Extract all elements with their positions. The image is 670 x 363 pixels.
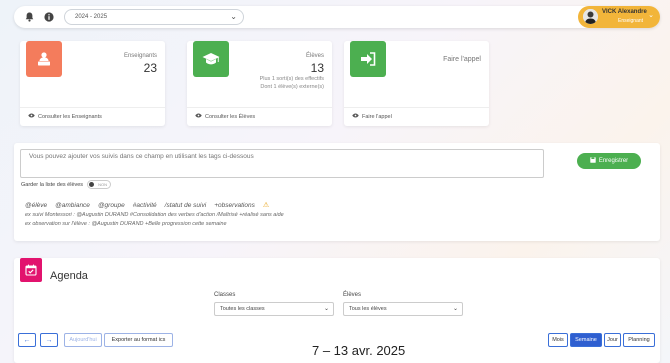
save-icon: [590, 157, 596, 165]
follow-up-input[interactable]: [20, 149, 544, 178]
tag-ambiance: @ambiance: [55, 201, 90, 209]
chevron-down-icon: ⌄: [323, 306, 329, 312]
calendar-icon: [20, 258, 42, 282]
view-week-button[interactable]: Semaine: [570, 333, 602, 347]
view-day-button[interactable]: Jour: [604, 333, 621, 347]
view-planning-button[interactable]: Planning: [623, 333, 655, 347]
view-label: Planning: [628, 337, 650, 343]
divider: [20, 107, 165, 108]
arrow-right-icon: →: [45, 336, 53, 344]
user-role: Enseignant: [618, 18, 644, 24]
eye-icon: [195, 113, 202, 120]
students-note-exited: Plus 1 sorti(s) des effectifs: [259, 76, 324, 82]
tag-student: @élève: [25, 201, 48, 209]
chevron-down-icon: ⌄: [648, 12, 654, 19]
eye-icon: [352, 113, 359, 120]
card-title: Faire l'appel: [443, 56, 481, 63]
toggle-knob: [89, 182, 95, 187]
school-year-value: 2024 - 2025: [75, 14, 108, 20]
link-label: Faire l'appel: [362, 113, 392, 120]
arrow-left-icon: ←: [23, 336, 31, 344]
next-button[interactable]: →: [40, 333, 58, 347]
warning-icon[interactable]: ⚠: [263, 201, 269, 209]
link-label: Consulter les Enseignants: [38, 113, 102, 120]
attendance-card: Faire l'appel Faire l'appel: [344, 41, 489, 126]
eye-icon: [28, 113, 35, 120]
save-button[interactable]: Enregistrer: [577, 153, 641, 169]
view-students-link[interactable]: Consulter les Élèves: [195, 113, 255, 120]
view-teachers-link[interactable]: Consulter les Enseignants: [28, 113, 102, 120]
school-year-select[interactable]: 2024 - 2025 ⌄: [64, 9, 244, 25]
date-range: 7 – 13 avr. 2025: [312, 343, 406, 358]
graduation-cap-icon: [193, 41, 229, 77]
view-label: Jour: [607, 337, 618, 343]
students-value: Tous les élèves: [349, 306, 387, 312]
students-note-external: Dont 1 élève(s) externe(s): [260, 84, 324, 90]
divider: [344, 107, 489, 108]
today-label: Aujourd'hui: [69, 337, 97, 343]
chevron-down-icon: ⌄: [230, 12, 237, 21]
export-label: Exporter au format ics: [111, 337, 166, 343]
students-label: Élèves: [343, 292, 362, 298]
students-select[interactable]: Tous les élèves ⌄: [343, 302, 463, 316]
info-icon[interactable]: [42, 10, 56, 24]
agenda-title: Agenda: [50, 270, 88, 282]
keep-students-toggle[interactable]: NON: [87, 180, 112, 189]
toggle-label: NON: [98, 182, 108, 187]
view-label: Mois: [552, 337, 564, 343]
example-observation: ex observation sur l'élève : @Augustin D…: [25, 221, 227, 227]
export-ics-button[interactable]: Exporter au format ics: [104, 333, 173, 347]
tag-activity: #activité: [132, 201, 157, 209]
teacher-icon: [26, 41, 62, 77]
example-montessori: ex suivi Montessori : @Augustin DURAND #…: [25, 212, 284, 218]
divider: [187, 107, 332, 108]
tag-legend: @élève @ambiance @groupe #activité /stat…: [25, 201, 269, 210]
view-month-button[interactable]: Mois: [548, 333, 568, 347]
top-bar: 2024 - 2025 ⌄ VICK Alexandre Enseignant …: [14, 6, 660, 28]
bell-icon[interactable]: [22, 10, 36, 24]
follow-up-panel: Enregistrer Garder la liste des élèves N…: [14, 143, 660, 241]
keep-students-row: Garder la liste des élèves NON: [21, 180, 112, 189]
view-label: Semaine: [575, 337, 597, 343]
today-button[interactable]: Aujourd'hui: [64, 333, 102, 347]
user-name: VICK Alexandre: [602, 9, 647, 15]
tag-observations: +observations: [214, 201, 255, 209]
students-count: 13: [310, 61, 324, 75]
classes-value: Toutes les classes: [220, 306, 265, 312]
avatar: [583, 9, 598, 24]
prev-button[interactable]: ←: [18, 333, 36, 347]
card-title: Enseignants: [123, 53, 157, 59]
classes-label: Classes: [214, 292, 236, 298]
sign-in-icon: [350, 41, 386, 77]
agenda-panel: Agenda Classes Toutes les classes ⌄ Élèv…: [14, 258, 660, 363]
tag-status: /statut de suivi: [164, 201, 207, 209]
students-card: Élèves 13 Plus 1 sorti(s) des effectifs …: [187, 41, 332, 126]
user-menu[interactable]: VICK Alexandre Enseignant ⌄: [578, 6, 660, 28]
save-label: Enregistrer: [598, 158, 629, 164]
chevron-down-icon: ⌄: [452, 306, 458, 312]
tag-group: @groupe: [97, 201, 125, 209]
keep-students-label: Garder la liste des élèves: [21, 181, 84, 188]
teachers-card: Enseignants 23 Consulter les Enseignants: [20, 41, 165, 126]
take-attendance-link[interactable]: Faire l'appel: [352, 113, 392, 120]
card-title: Élèves: [305, 53, 324, 59]
classes-select[interactable]: Toutes les classes ⌄: [214, 302, 334, 316]
link-label: Consulter les Élèves: [205, 113, 256, 120]
teachers-count: 23: [143, 61, 157, 75]
